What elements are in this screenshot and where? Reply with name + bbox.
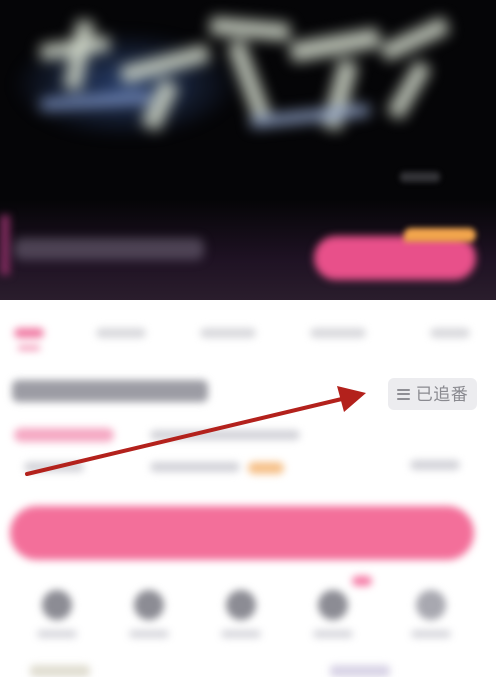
rating-tag-blurred — [14, 428, 114, 442]
action-label-blurred — [37, 630, 77, 638]
anime-title-blurred — [12, 380, 208, 402]
meta-info-blurred — [410, 460, 460, 470]
action-icon-blurred[interactable] — [42, 590, 72, 620]
tab-active[interactable] — [14, 328, 44, 338]
tab[interactable] — [430, 328, 470, 338]
menu-lines-icon — [396, 388, 410, 400]
meta-info-blurred — [150, 430, 300, 440]
followed-label: 已追番 — [415, 384, 469, 404]
meta-badge-blurred — [248, 462, 284, 474]
action-label-blurred — [221, 630, 261, 638]
meta-info-blurred — [24, 462, 84, 472]
action-label-blurred — [313, 630, 353, 638]
meta-info-blurred — [150, 462, 240, 472]
overlay-label-blurred — [400, 172, 440, 182]
action-icon-blurred[interactable] — [318, 590, 348, 620]
section-strip-blurred — [330, 665, 390, 677]
section-strip-blurred — [30, 665, 90, 677]
action-icon-blurred[interactable] — [226, 590, 256, 620]
anime-detail-screen: 已追番 — [0, 0, 496, 677]
vip-button-blurred[interactable] — [314, 236, 476, 280]
tab[interactable] — [310, 328, 366, 338]
detail-content-blurred — [0, 300, 496, 677]
vip-tag-blurred — [404, 228, 476, 242]
action-icon-blurred[interactable] — [416, 590, 446, 620]
tab[interactable] — [96, 328, 146, 338]
episode-caption-blurred — [14, 238, 204, 260]
tab[interactable] — [200, 328, 256, 338]
primary-action-button-blurred[interactable] — [10, 506, 474, 560]
action-label-blurred — [411, 630, 451, 638]
followed-button[interactable]: 已追番 — [388, 378, 477, 410]
tab-bar[interactable] — [0, 320, 496, 350]
video-player-area[interactable] — [0, 0, 496, 300]
action-badge-blurred — [352, 576, 372, 586]
action-label-blurred — [129, 630, 169, 638]
action-icon-blurred[interactable] — [134, 590, 164, 620]
